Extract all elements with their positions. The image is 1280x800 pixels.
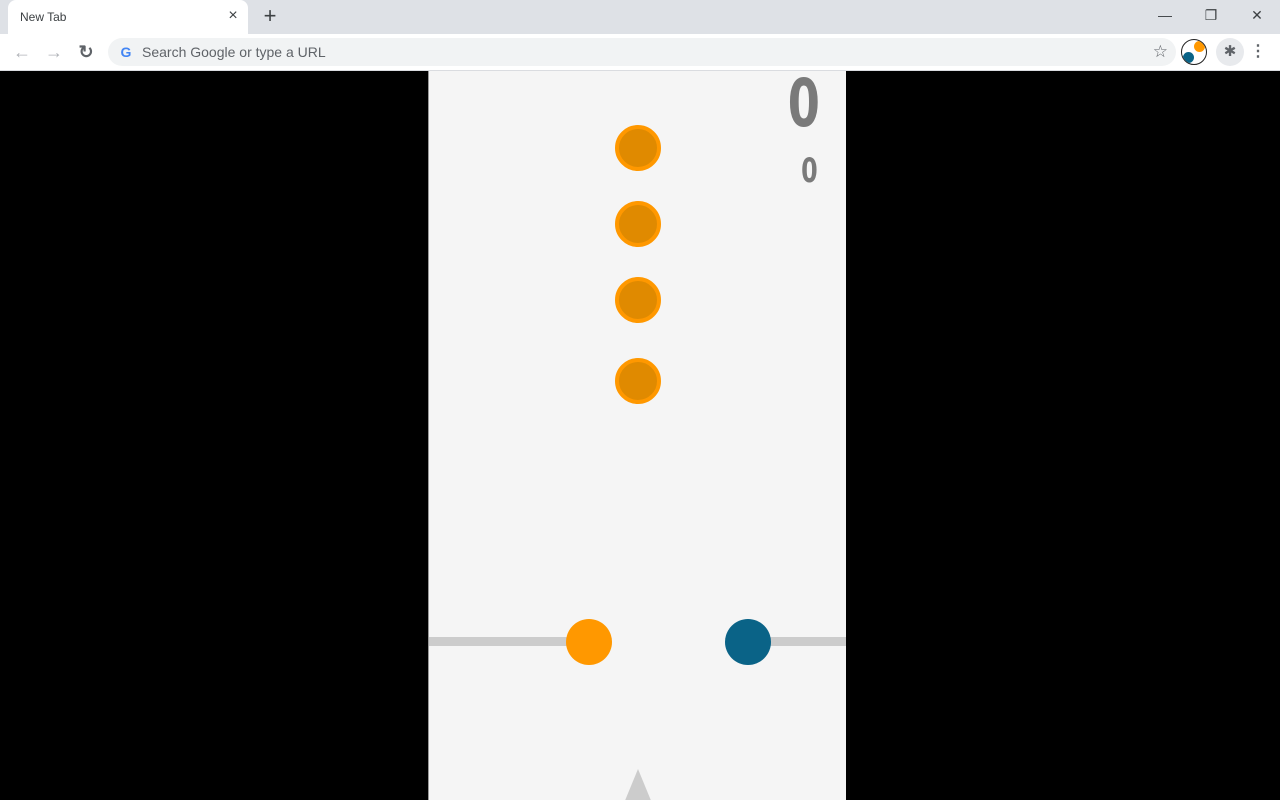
reload-icon[interactable]: ↻ [72, 38, 100, 66]
forward-icon[interactable]: → [40, 38, 68, 66]
best-score: 0 [801, 151, 818, 191]
new-tab-button[interactable]: + [258, 5, 282, 29]
close-window-button[interactable]: ✕ [1234, 0, 1280, 30]
google-icon: G [120, 44, 132, 60]
avatar-blue-dot [1183, 52, 1194, 63]
browser-toolbar: ← → ↻ G Search Google or type a URL ☆ [0, 34, 1280, 71]
orange-player-ball[interactable] [566, 619, 612, 665]
tab-title: New Tab [20, 10, 67, 24]
track-right [767, 637, 846, 646]
address-input[interactable]: Search Google or type a URL [142, 44, 326, 60]
tab-new-tab[interactable]: New Tab × [8, 0, 248, 34]
current-score: 0 [787, 71, 820, 142]
title-bar: New Tab × + — ❐ ✕ [0, 0, 1280, 34]
extensions-puzzle-icon[interactable]: ✱ [1216, 38, 1244, 66]
address-bar[interactable]: G Search Google or type a URL ☆ [108, 38, 1176, 66]
close-tab-icon[interactable]: × [224, 7, 242, 25]
falling-dot [615, 201, 661, 247]
back-icon[interactable]: ← [8, 38, 36, 66]
restore-button[interactable]: ❐ [1188, 0, 1234, 30]
menu-dots-icon[interactable]: ⋮ [1250, 38, 1266, 66]
track-left [429, 637, 569, 646]
avatar-orange-dot [1194, 41, 1205, 52]
falling-dot [615, 358, 661, 404]
center-pointer-triangle [624, 769, 652, 800]
bookmark-star-icon[interactable]: ☆ [1153, 42, 1168, 62]
falling-dot [615, 125, 661, 171]
game-canvas[interactable]: 0 0 [428, 71, 846, 800]
minimize-button[interactable]: — [1142, 0, 1188, 30]
falling-dot [615, 277, 661, 323]
profile-avatar[interactable] [1181, 39, 1207, 65]
blue-player-ball[interactable] [725, 619, 771, 665]
